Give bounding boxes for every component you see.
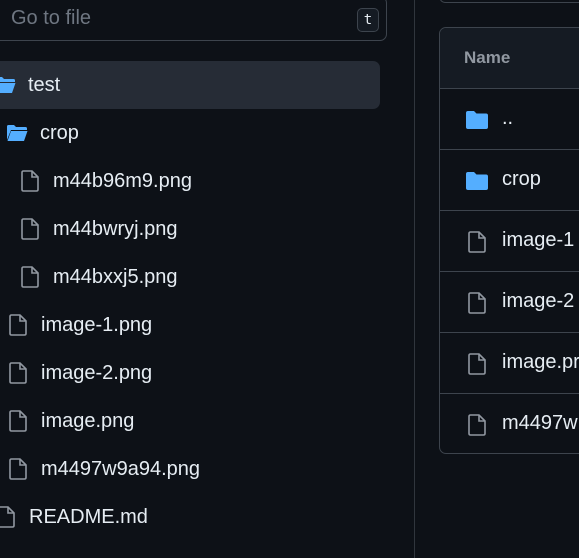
table-row-file[interactable]: image-1 [440,211,579,272]
tree-item-file[interactable]: m44bxxj5.png [19,253,178,301]
file-tree-pane: t test crop [0,0,414,558]
tree-item-label: image-1.png [41,313,153,336]
file-icon [464,290,490,316]
tree-item-label: README.md [29,505,148,528]
file-icon [7,361,29,385]
directory-listing-table: Name .. crop image-1 image-2 image.pr m4… [439,27,579,454]
tree-item-label: image.png [41,409,135,432]
tree-item-file[interactable]: image.png [7,397,134,445]
table-row-file[interactable]: image.pr [440,333,579,394]
tree-item-label: test [28,73,61,96]
file-icon [464,351,490,377]
tree-item-label: m44bwryj.png [53,217,178,240]
shortcut-key-hint: t [357,8,379,32]
tree-item-file[interactable]: image-2.png [7,349,152,397]
table-row-label: m4497w [502,412,578,434]
tree-item-file[interactable]: m4497w9a94.png [7,445,200,493]
go-to-file-input[interactable] [11,5,341,31]
table-row-folder[interactable]: crop [440,150,579,211]
folder-open-icon [6,121,28,145]
file-icon [464,229,490,255]
folder-icon [464,107,490,133]
table-header: Name [440,28,579,89]
file-icon [0,505,17,529]
folder-open-icon [0,73,16,97]
folder-icon [464,168,490,194]
tree-item-file[interactable]: README.md [0,493,148,541]
file-icon [7,409,29,433]
table-row-file[interactable]: m4497w [440,394,579,453]
table-row-label: image.pr [502,351,579,373]
tree-item-label: crop [40,121,79,144]
table-row-label: .. [502,107,514,129]
file-browser-page: t test crop [0,0,579,558]
file-icon [19,217,41,241]
tree-item-label: m44bxxj5.png [53,265,178,288]
file-icon [7,457,29,481]
table-row-parent-directory[interactable]: .. [440,89,579,150]
tree-item-crop[interactable]: crop [6,109,79,157]
go-to-file-search[interactable]: t [0,0,387,41]
file-icon [7,313,29,337]
tree-item-test[interactable]: test [0,61,380,109]
file-icon [19,169,41,193]
tree-item-label: image-2.png [41,361,153,384]
tree-item-label: m4497w9a94.png [41,457,201,480]
panel-edge [439,0,579,3]
column-header-name: Name [464,48,511,67]
table-row-label: crop [502,168,541,190]
table-row-label: image-2 [502,290,575,312]
pane-divider[interactable] [414,0,415,558]
file-icon [464,412,490,438]
tree-item-file[interactable]: image-1.png [7,301,152,349]
table-row-label: image-1 [502,229,575,251]
table-row-file[interactable]: image-2 [440,272,579,333]
tree-item-file[interactable]: m44bwryj.png [19,205,178,253]
tree-item-label: m44b96m9.png [53,169,192,192]
file-icon [19,265,41,289]
tree-item-file[interactable]: m44b96m9.png [19,157,192,205]
